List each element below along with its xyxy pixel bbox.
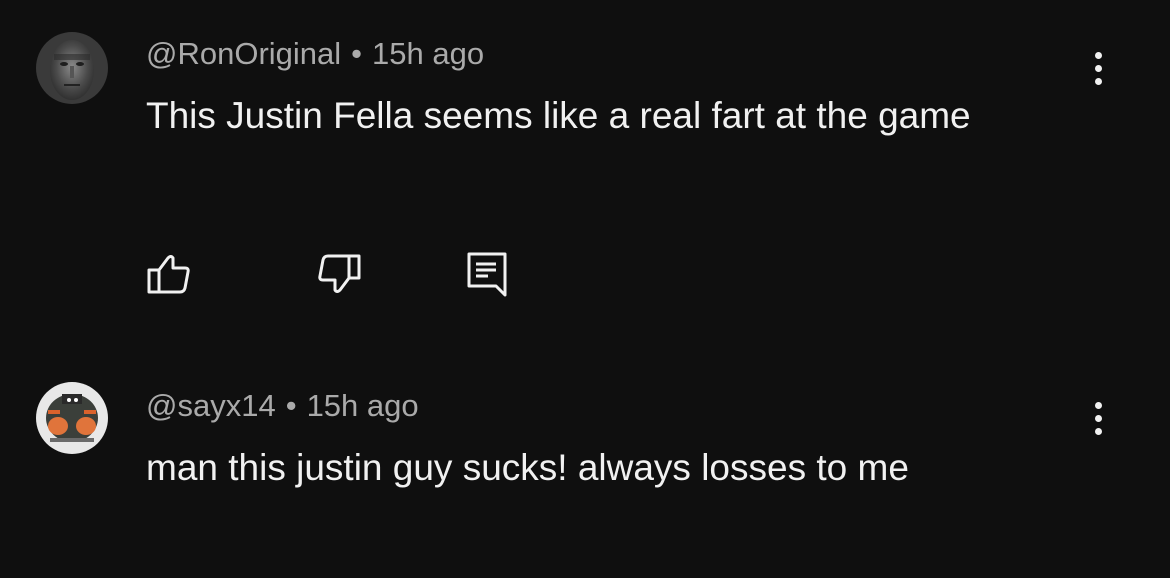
dot-icon [1094,77,1102,85]
dot-icon [1094,401,1102,409]
comment-meta: @RonOriginal • 15h ago [146,34,484,74]
more-options-button[interactable] [1080,44,1116,92]
comment-meta: @sayx14 • 15h ago [146,386,419,426]
dislike-button[interactable] [314,250,362,298]
like-button[interactable] [146,250,194,298]
reply-button[interactable] [464,250,512,298]
thumbs-up-icon [147,255,190,294]
dot-icon [1094,51,1102,59]
comment-time: 15h ago [372,36,485,71]
dot-icon [1094,64,1102,72]
reply-icon [467,252,507,297]
avatar[interactable] [36,382,108,454]
more-options-button[interactable] [1080,394,1116,442]
orange-creature-avatar-icon [36,382,108,454]
meta-separator: • [351,36,363,71]
comment-author[interactable]: @sayx14 [146,388,276,423]
comment-text: man this justin guy sucks! always losses… [146,447,909,488]
comment-time: 15h ago [306,388,419,423]
meta-separator: • [285,388,297,423]
dot-icon [1094,414,1102,422]
dot-icon [1094,427,1102,435]
thumbs-down-icon [318,254,361,293]
grey-face-avatar-icon [36,32,108,104]
avatar[interactable] [36,32,108,104]
comment-author[interactable]: @RonOriginal [146,36,341,71]
comment-text: This Justin Fella seems like a real fart… [146,95,971,136]
